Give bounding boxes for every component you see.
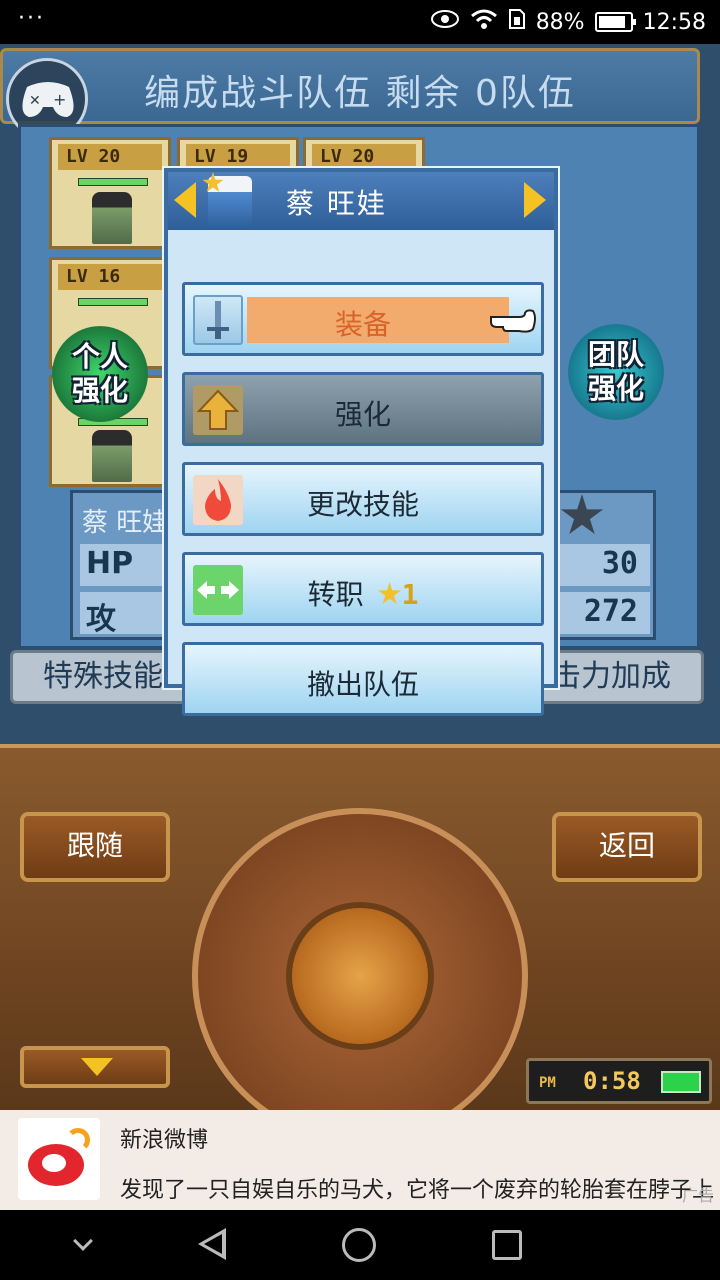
battery-percent: 88%	[535, 9, 585, 35]
down-arrow-icon	[81, 1058, 113, 1076]
withdraw-button[interactable]: 撤出队伍	[182, 642, 544, 716]
weibo-logo-icon	[18, 1118, 100, 1200]
battery-icon	[661, 1071, 701, 1093]
unit-info-name: 蔡 旺娃	[82, 508, 169, 538]
personal-boost-button[interactable]: 个人 强化	[52, 326, 148, 422]
sim-icon	[508, 8, 526, 36]
star-icon	[378, 582, 402, 604]
confirm-button[interactable]	[286, 902, 434, 1050]
battery-fill	[598, 16, 625, 28]
virtual-controller: 跟随 返回 PM 0:58	[0, 744, 720, 1110]
navigation-bar	[0, 1210, 720, 1280]
ad-text: 发现了一只自娱自乐的马犬，它将一个废弃的轮胎套在脖子上	[120, 1178, 715, 1203]
class-change-cost: 1	[401, 578, 419, 611]
change-skill-label: 更改技能	[306, 488, 419, 521]
skill-description-head: 特殊技能	[43, 659, 163, 694]
unit-sprite	[92, 192, 132, 244]
home-circle-icon[interactable]	[342, 1228, 376, 1262]
clock-ampm: PM	[539, 1075, 556, 1091]
wifi-icon	[470, 8, 498, 36]
unit-level: LV 19	[186, 144, 290, 170]
next-arrow-icon[interactable]	[524, 182, 546, 218]
battery-icon	[594, 12, 636, 32]
skill-description-tail: 击力加成	[551, 659, 671, 694]
hero-name: 蔡 旺娃	[286, 187, 387, 220]
unit-hp-bar	[78, 178, 148, 186]
class-change-label: 转职 1	[185, 573, 541, 613]
recent-apps-icon[interactable]	[492, 1230, 522, 1260]
team-boost-button[interactable]: 团队 强化	[568, 324, 664, 420]
svg-text:✕: ✕	[29, 93, 41, 109]
unit-level: LV 20	[58, 144, 162, 170]
ad-banner[interactable]: 新浪微博 发现了一只自娱自乐的马犬，它将一个废弃的轮胎套在脖子上 广告	[0, 1110, 720, 1210]
attack-value: 272	[583, 594, 638, 629]
page-title: 编成战斗队伍 剩余 0队伍	[144, 73, 576, 114]
follow-button[interactable]: 跟随	[20, 812, 170, 882]
status-dots: ···	[18, 6, 45, 31]
expand-button[interactable]	[20, 1046, 170, 1088]
svg-text:+: +	[53, 90, 66, 109]
eye-icon	[430, 9, 460, 35]
status-bar: ··· 88% 12:58	[0, 0, 720, 44]
unit-sprite	[92, 430, 132, 482]
change-skill-button[interactable]: 更改技能	[182, 462, 544, 536]
previous-arrow-icon[interactable]	[174, 182, 196, 218]
unit-level: LV 20	[312, 144, 416, 170]
attack-label: 攻	[86, 602, 116, 637]
menu-header: 蔡 旺娃	[168, 172, 554, 230]
game-screen: 编成战斗队伍 剩余 0队伍 ✕ + LV 20 LV 19 LV 20 LV 1…	[0, 44, 720, 1110]
withdraw-label: 撤出队伍	[306, 668, 419, 701]
hp-label: HP	[86, 546, 134, 581]
chevron-down-icon[interactable]	[73, 1231, 93, 1251]
unit-action-menu: 蔡 旺娃 装备 强化 更改技能 转职 1 撤出队伍	[164, 168, 558, 716]
clock-time: 0:58	[583, 1067, 641, 1095]
pointing-hand-icon	[489, 305, 539, 339]
hp-value: 30	[601, 546, 638, 581]
class-change-text: 转职	[307, 578, 364, 611]
unit-card[interactable]: LV 20	[49, 137, 171, 249]
weibo-logo-wave	[66, 1128, 90, 1152]
strengthen-button[interactable]: 强化	[182, 372, 544, 446]
clock: 12:58	[642, 9, 706, 35]
ad-tag: 广告	[681, 1186, 714, 1205]
ad-title: 新浪微博	[120, 1128, 209, 1153]
game-clock: PM 0:58	[526, 1058, 712, 1104]
back-button[interactable]: 返回	[552, 812, 702, 882]
class-change-button[interactable]: 转职 1	[182, 552, 544, 626]
equip-label: 装备	[334, 308, 391, 341]
unit-hp-bar	[78, 298, 148, 306]
equip-button[interactable]: 装备	[182, 282, 544, 356]
unit-level: LV 16	[58, 264, 162, 290]
strengthen-label: 强化	[334, 398, 391, 431]
back-triangle-icon[interactable]	[198, 1228, 226, 1260]
